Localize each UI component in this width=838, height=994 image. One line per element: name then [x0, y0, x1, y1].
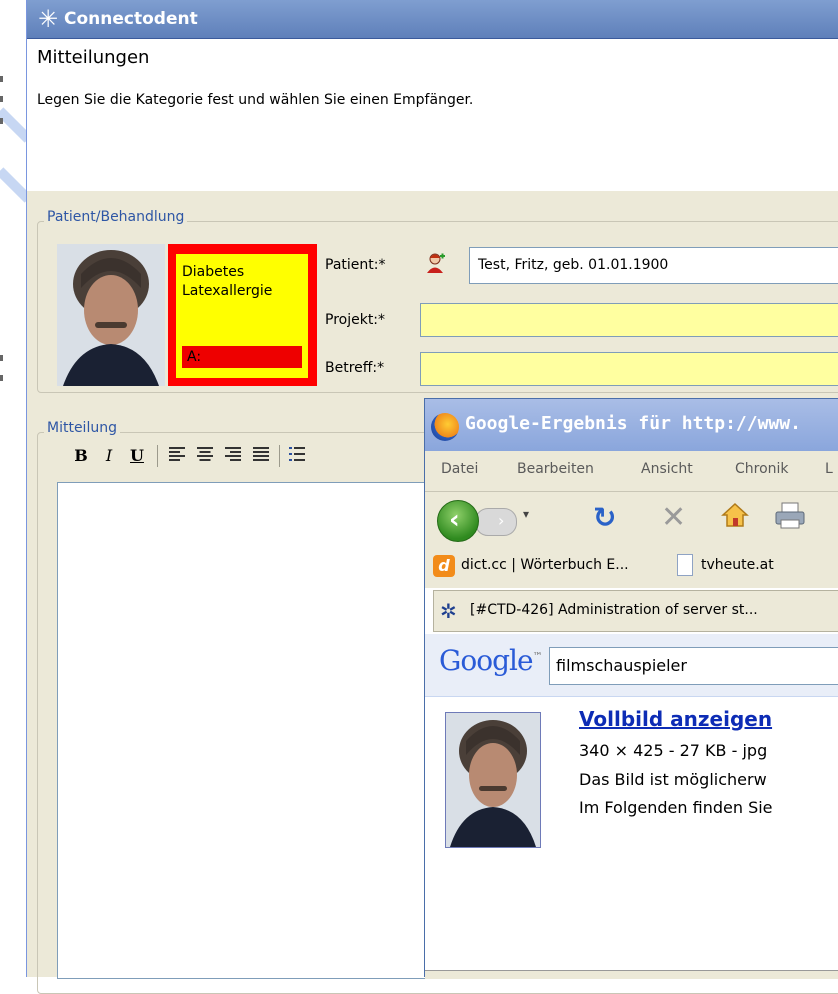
project-label: Projekt:* — [325, 312, 386, 328]
allergy-item: Diabetes — [182, 264, 245, 280]
desktop-mark — [0, 96, 3, 102]
bookmarks-bar: d dict.cc | Wörterbuch E... tvheute.at — [425, 546, 838, 588]
bold-button[interactable]: B — [67, 441, 95, 471]
window-title: Connectodent — [64, 9, 198, 29]
patient-select-icon[interactable] — [426, 252, 446, 274]
history-dropdown-icon[interactable]: ▾ — [523, 507, 529, 521]
desktop-mark — [0, 375, 3, 381]
google-header: Google™ filmschauspieler — [425, 634, 838, 697]
browser-content: Google™ filmschauspieler Vollbild anzeig… — [425, 634, 838, 978]
home-icon[interactable] — [721, 502, 749, 532]
snowflake-icon: ✳ — [37, 5, 59, 33]
back-button[interactable]: ‹ — [437, 500, 479, 542]
google-logo[interactable]: Google™ — [439, 644, 543, 677]
menu-ansicht[interactable]: Ansicht — [641, 461, 693, 477]
jira-icon: ✲ — [440, 599, 457, 623]
patient-label: Patient:* — [325, 257, 386, 273]
page-icon — [677, 554, 693, 576]
browser-title-bar[interactable]: Google-Ergebnis für http://www. — [425, 399, 838, 451]
result-meta: 340 × 425 - 27 KB - jpg — [579, 741, 768, 760]
bookmark-tvheute[interactable]: tvheute.at — [701, 557, 774, 573]
result-text: Im Folgenden finden Sie — [579, 798, 773, 817]
result-text: Das Bild ist möglicherw — [579, 770, 767, 789]
align-left-icon[interactable] — [163, 441, 191, 471]
align-justify-icon[interactable] — [247, 441, 275, 471]
message-editor[interactable] — [57, 482, 458, 979]
browser-tab[interactable]: ✲ [#CTD-426] Administration of server st… — [433, 590, 838, 632]
desktop-mark — [0, 76, 3, 82]
align-center-icon[interactable] — [191, 441, 219, 471]
portrait-image — [57, 244, 165, 386]
toolbar-separator — [279, 445, 280, 467]
patient-group-label: Patient/Behandlung — [44, 209, 188, 225]
print-icon[interactable] — [775, 502, 805, 534]
toolbar-separator — [157, 445, 158, 467]
allergy-item: Latexallergie — [182, 283, 273, 299]
italic-button[interactable]: I — [95, 441, 123, 471]
patient-photo — [57, 244, 165, 386]
google-search-input[interactable]: filmschauspieler — [549, 647, 838, 685]
stop-icon[interactable]: ✕ — [661, 500, 686, 535]
underline-button[interactable]: U — [123, 441, 151, 471]
forward-button[interactable]: › — [475, 508, 517, 536]
title-bar[interactable]: ✳ Connectodent — [27, 0, 838, 39]
numbered-list-icon[interactable] — [283, 441, 311, 471]
navigation-toolbar: › ‹ ▾ ↻ ✕ — [425, 492, 838, 546]
desktop-mark — [0, 355, 3, 361]
forward-arrow-icon: › — [498, 511, 505, 530]
page-title: Mitteilungen — [37, 47, 150, 68]
subject-label: Betreff:* — [325, 360, 385, 376]
patient-field[interactable]: Test, Fritz, geb. 01.01.1900 — [469, 247, 838, 284]
portrait-thumbnail — [446, 713, 540, 847]
message-group-label: Mitteilung — [44, 420, 120, 436]
subject-field[interactable] — [420, 352, 838, 386]
back-arrow-icon: ‹ — [449, 505, 460, 535]
result-thumbnail[interactable] — [445, 712, 541, 848]
allergy-list: Diabetes Latexallergie — [182, 263, 272, 301]
project-field[interactable] — [420, 303, 838, 337]
browser-status-edge — [425, 970, 838, 979]
desktop-mark — [0, 118, 3, 124]
trademark-mark: ™ — [532, 651, 543, 663]
browser-menu-bar: Datei Bearbeiten Ansicht Chronik L — [425, 451, 838, 492]
firefox-logo-icon — [431, 413, 459, 441]
align-right-icon[interactable] — [219, 441, 247, 471]
menu-lesezeichen[interactable]: L — [825, 461, 833, 477]
page-subtitle: Legen Sie die Kategorie fest und wählen … — [37, 92, 474, 108]
reload-icon[interactable]: ↻ — [593, 501, 616, 534]
bookmark-dictcc[interactable]: dict.cc | Wörterbuch E... — [461, 557, 629, 573]
firefox-window: Google-Ergebnis für http://www. Datei Be… — [424, 398, 838, 979]
result-link[interactable]: Vollbild anzeigen — [579, 707, 772, 731]
menu-datei[interactable]: Datei — [441, 461, 478, 477]
browser-title: Google-Ergebnis für http://www. — [465, 413, 801, 434]
tab-title: [#CTD-426] Administration of server st..… — [470, 602, 758, 618]
dictcc-icon: d — [433, 555, 455, 577]
google-logo-text: Google — [439, 644, 534, 677]
alert-status-bar: A: — [182, 346, 302, 368]
menu-chronik[interactable]: Chronik — [735, 461, 789, 477]
menu-bearbeiten[interactable]: Bearbeiten — [517, 461, 594, 477]
